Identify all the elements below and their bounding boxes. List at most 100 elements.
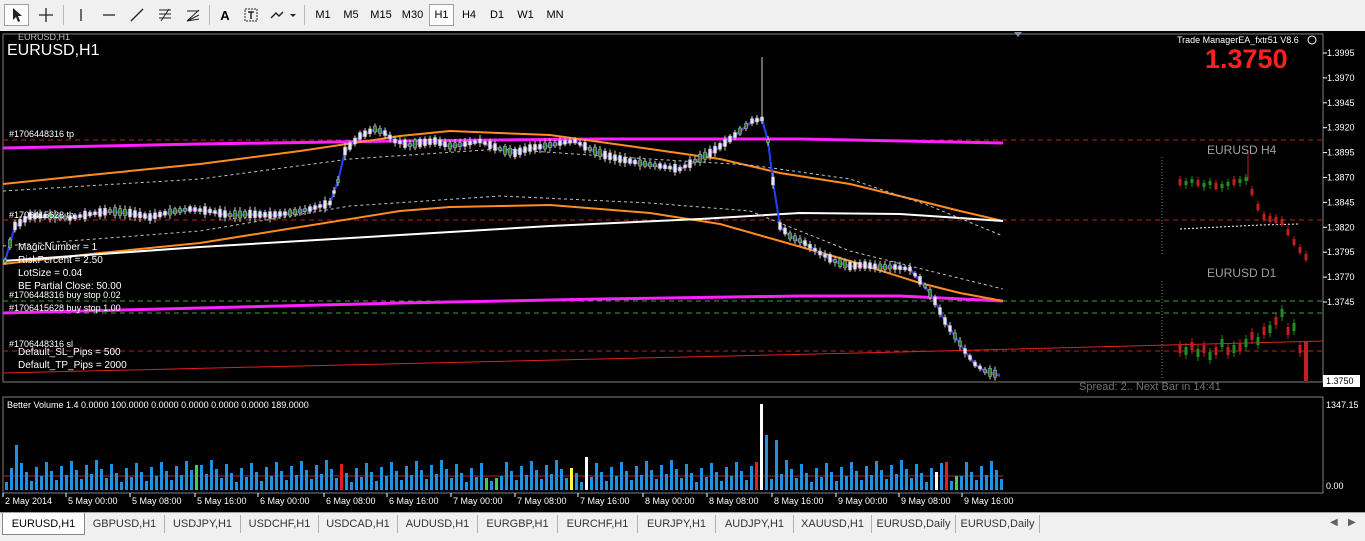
tab-scroll-left-icon[interactable]: ◀ (1330, 517, 1338, 528)
volume-bar (560, 469, 563, 490)
mini-d1-title: EURUSD D1 (1207, 266, 1277, 280)
arrows-icon[interactable] (266, 4, 298, 26)
volume-bar (65, 475, 68, 490)
volume-bar (105, 478, 108, 490)
period-h4-button[interactable]: H4 (456, 4, 482, 26)
small-chart-title: EURUSD,H1 (18, 32, 70, 42)
volume-bar (305, 470, 308, 490)
tab-eurusd-daily[interactable]: EURUSD,Daily (872, 515, 956, 533)
period-h1-button[interactable]: H1 (429, 4, 454, 26)
volume-bar (810, 482, 813, 490)
tab-eurjpy-h1[interactable]: EURJPY,H1 (638, 515, 716, 533)
volume-bar (1000, 479, 1003, 490)
volume-bar (660, 465, 663, 490)
volume-bar (545, 465, 548, 490)
volume-bar (790, 469, 793, 490)
volume-bar (885, 479, 888, 490)
tab-audusd-h1[interactable]: AUDUSD,H1 (398, 515, 478, 533)
default-sl: Default_SL_Pips = 500 (18, 347, 121, 358)
volume-bar (645, 461, 648, 490)
volume-bar (225, 464, 228, 490)
volume-bar (635, 466, 638, 490)
time-axis-label: 8 May 08:00 (709, 496, 759, 506)
text-label-icon[interactable] (239, 4, 263, 26)
tab-usdchf-h1[interactable]: USDCHF,H1 (241, 515, 319, 533)
fibo-fan-icon[interactable] (181, 4, 205, 26)
volume-bar (980, 466, 983, 490)
volume-bar (300, 461, 303, 490)
tab-xauusd-h1[interactable]: XAUUSD,H1 (794, 515, 872, 533)
period-m15-button[interactable]: M15 (366, 4, 396, 26)
volume-bar (95, 460, 98, 490)
price-axis-label: 1.3970 (1327, 73, 1355, 83)
volume-bar (880, 470, 883, 490)
volume-bar (530, 461, 533, 490)
tab-gbpusd-h1[interactable]: GBPUSD,H1 (85, 515, 165, 533)
time-axis-label: 5 May 00:00 (68, 496, 118, 506)
time-axis-label: 5 May 08:00 (132, 496, 182, 506)
volume-bar (230, 473, 233, 490)
magenta-upper-line (2, 137, 1004, 150)
chart-toolbar: A M1 M5 M15 M30 H1 H4 D1 W1 MN (0, 0, 1365, 32)
fibonacci-icon[interactable] (153, 4, 177, 26)
volume-bar (375, 481, 378, 490)
period-m30-button[interactable]: M30 (398, 4, 427, 26)
volume-bar (770, 479, 773, 490)
crosshair-icon[interactable] (33, 4, 58, 26)
cursor-icon[interactable] (4, 4, 29, 26)
volume-bar (750, 466, 753, 490)
tab-usdcad-h1[interactable]: USDCAD,H1 (319, 515, 398, 533)
volume-bar (135, 463, 138, 490)
volume-bar (285, 480, 288, 490)
volume-bar (850, 462, 853, 490)
tab-scroll-right-icon[interactable]: ▶ (1348, 517, 1356, 528)
tab-eurusd-h1[interactable]: EURUSD,H1 (2, 513, 85, 535)
volume-bar (255, 472, 258, 490)
period-m5-button[interactable]: M5 (338, 4, 364, 26)
tab-audjpy-h1[interactable]: AUDJPY,H1 (716, 515, 794, 533)
price-chart[interactable]: 1.3995 1.3970 1.3945 1.3920 1.3895 1.3870 1.38… (0, 31, 1365, 512)
volume-bar (465, 482, 468, 490)
volume-bar (510, 471, 513, 490)
chart-window[interactable]: 1.3995 1.3970 1.3945 1.3920 1.3895 1.3870 1.38… (0, 31, 1365, 512)
time-axis-label: 8 May 16:00 (774, 496, 824, 506)
tab-eurusd-daily[interactable]: EURUSD,Daily (956, 515, 1040, 533)
volume-bar (580, 482, 583, 490)
volume-bar (90, 474, 93, 490)
volume-axis-bottom: 0.00 (1326, 481, 1344, 491)
time-axis-label: 6 May 00:00 (260, 496, 310, 506)
period-m1-button[interactable]: M1 (310, 4, 336, 26)
volume-bar (85, 465, 88, 490)
volume-bar (335, 478, 338, 490)
volume-bar (680, 478, 683, 490)
tp-label: #1706448316 tp (9, 129, 74, 139)
tab-usdjpy-h1[interactable]: USDJPY,H1 (165, 515, 241, 533)
volume-bar (270, 476, 273, 490)
volume-bar (555, 460, 558, 490)
tab-eurchf-h1[interactable]: EURCHF,H1 (558, 515, 638, 533)
volume-bar (35, 467, 38, 490)
volume-bar (140, 472, 143, 490)
trendline-icon[interactable] (125, 4, 149, 26)
volume-bar (40, 476, 43, 490)
magenta-lower-line (2, 294, 1004, 315)
volume-bar (860, 480, 863, 490)
text-icon[interactable]: A (213, 4, 237, 26)
volume-bar (280, 471, 283, 490)
horizontal-line-icon[interactable] (97, 4, 121, 26)
volume-bar (130, 477, 133, 490)
period-d1-button[interactable]: D1 (484, 4, 510, 26)
vertical-line-icon[interactable] (70, 4, 92, 26)
setting-magic: MagicNumber = 1 (18, 242, 98, 253)
tab-eurgbp-h1[interactable]: EURGBP,H1 (478, 515, 558, 533)
period-mn-button[interactable]: MN (541, 4, 569, 26)
white-dashed-lower (2, 195, 1004, 290)
time-axis-label: 6 May 16:00 (389, 496, 439, 506)
period-w1-button[interactable]: W1 (512, 4, 539, 26)
volume-bar (25, 472, 28, 490)
volume-bar (310, 479, 313, 490)
volume-bar (865, 466, 868, 490)
volume-bar (295, 475, 298, 490)
volume-bar (145, 481, 148, 490)
volume-bar (995, 470, 998, 490)
